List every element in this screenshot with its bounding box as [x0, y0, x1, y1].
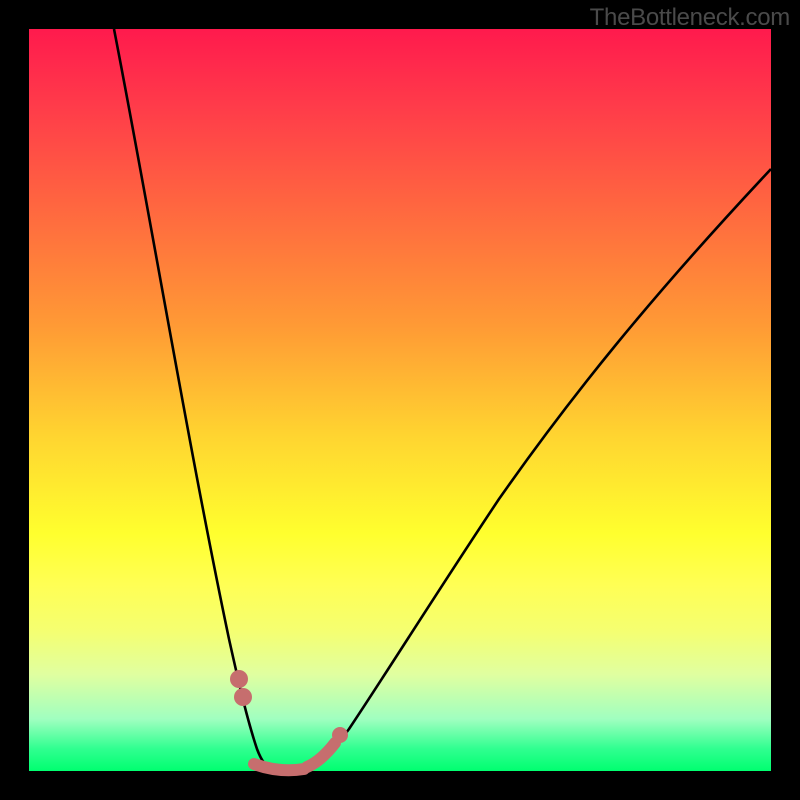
- highlight-dot-left-lower: [234, 688, 252, 706]
- chart-frame: TheBottleneck.com: [0, 0, 800, 800]
- plot-area: [29, 29, 771, 771]
- curve-layer: [29, 29, 771, 771]
- highlight-dot-left-upper: [230, 670, 248, 688]
- curve-right-branch: [301, 169, 771, 770]
- highlight-valley-floor: [254, 764, 304, 770]
- watermark-text: TheBottleneck.com: [590, 4, 790, 32]
- highlight-dot-right-top: [332, 727, 348, 743]
- curve-left-branch: [114, 29, 277, 770]
- highlight-right-start: [307, 743, 335, 767]
